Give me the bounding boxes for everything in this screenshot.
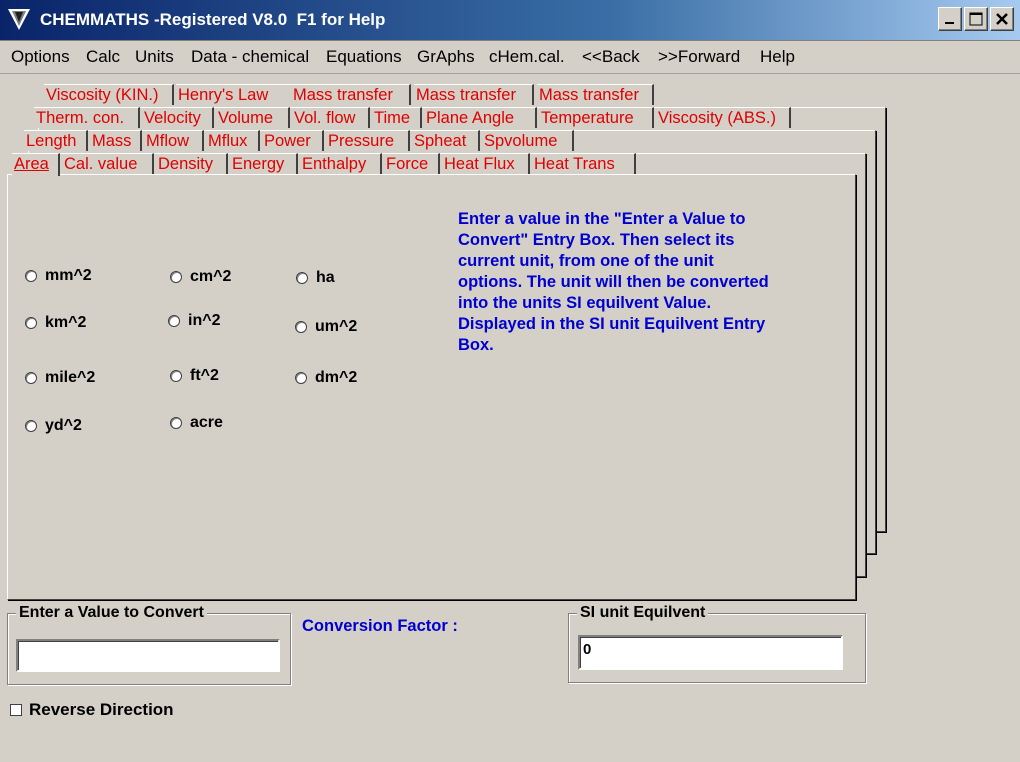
radio-label: km^2: [45, 314, 87, 331]
tab-mflux[interactable]: Mflux: [206, 130, 260, 151]
radio-circle-icon: [170, 271, 182, 283]
radio-cm2[interactable]: cm^2: [170, 268, 231, 286]
radio-km2[interactable]: km^2: [25, 314, 86, 332]
tab-density[interactable]: Density: [156, 153, 228, 174]
radio-in2[interactable]: in^2: [168, 312, 220, 330]
radio-acre[interactable]: acre: [170, 414, 223, 432]
tab-vol-flow[interactable]: Vol. flow: [292, 107, 370, 128]
minimize-button[interactable]: [938, 7, 962, 31]
menu-equations[interactable]: Equations: [326, 47, 402, 67]
menu-forward[interactable]: >>Forward: [658, 47, 740, 67]
instructions-text: Enter a value in the "Enter a Value to C…: [458, 210, 769, 354]
tab-area[interactable]: Area: [12, 153, 60, 176]
radio-mm2[interactable]: mm^2: [25, 267, 92, 285]
radio-label: in^2: [188, 312, 221, 329]
menu-calc[interactable]: Calc: [86, 47, 120, 67]
radio-circle-icon: [25, 372, 37, 384]
tab-therm-con[interactable]: Therm. con.: [34, 107, 140, 128]
tab-length[interactable]: Length: [24, 130, 88, 151]
menu-help[interactable]: Help: [760, 47, 795, 67]
maximize-icon: [969, 12, 983, 26]
tab-heat-trans[interactable]: Heat Trans: [532, 153, 636, 174]
tab-plane-angle[interactable]: Plane Angle: [424, 107, 537, 128]
minimize-icon: [945, 22, 954, 24]
radio-circle-icon: [170, 370, 182, 382]
radio-mile2[interactable]: mile^2: [25, 369, 95, 387]
radio-circle-icon: [296, 272, 308, 284]
radio-label: ha: [316, 269, 335, 286]
tab-mflow[interactable]: Mflow: [144, 130, 204, 151]
radio-label: mm^2: [45, 267, 92, 284]
radio-label: dm^2: [315, 369, 358, 386]
tab-mass-transfer-1[interactable]: Mass transfer: [291, 84, 411, 105]
input-group-title: Enter a Value to Convert: [16, 604, 207, 622]
radio-circle-icon: [295, 321, 307, 333]
tab-pressure[interactable]: Pressure: [326, 130, 410, 151]
radio-circle-icon: [25, 317, 37, 329]
conversion-factor-label: Conversion Factor :: [302, 617, 458, 635]
radio-label: mile^2: [45, 369, 96, 386]
radio-ha[interactable]: ha: [296, 269, 335, 287]
app-icon: [8, 9, 30, 30]
tab-viscosity-kin[interactable]: Viscosity (KIN.): [44, 84, 174, 105]
tab-power[interactable]: Power: [262, 130, 324, 151]
si-equivalent-output[interactable]: 0: [578, 635, 843, 670]
menu-back[interactable]: <<Back: [582, 47, 640, 67]
tab-spvolume[interactable]: Spvolume: [482, 130, 574, 151]
tab-spheat[interactable]: Spheat: [412, 130, 480, 151]
reverse-direction-checkbox[interactable]: [10, 704, 22, 716]
maximize-button[interactable]: [964, 7, 988, 31]
reverse-direction-label: Reverse Direction: [29, 700, 174, 719]
radio-label: um^2: [315, 318, 358, 335]
menu-data-chemical[interactable]: Data - chemical: [191, 47, 309, 67]
tab-time[interactable]: Time: [372, 107, 422, 128]
menu-bar: Options Calc Units Data - chemical Equat…: [0, 41, 1020, 74]
radio-label: acre: [190, 414, 223, 431]
title-bar: CHEMMATHS -Registered V8.0 F1 for Help: [0, 0, 1020, 41]
radio-circle-icon: [25, 270, 37, 282]
radio-um2[interactable]: um^2: [295, 318, 357, 336]
tab-enthalpy[interactable]: Enthalpy: [300, 153, 382, 174]
menu-units[interactable]: Units: [135, 47, 174, 67]
tab-velocity[interactable]: Velocity: [142, 107, 214, 128]
window-title: CHEMMATHS -Registered V8.0 F1 for Help: [40, 10, 386, 29]
radio-circle-icon: [168, 315, 180, 327]
tab-heat-flux[interactable]: Heat Flux: [442, 153, 530, 174]
radio-circle-icon: [25, 420, 37, 432]
tab-temperature[interactable]: Temperature: [539, 107, 654, 128]
tab-mass[interactable]: Mass: [90, 130, 142, 151]
close-icon: [996, 13, 1008, 25]
tab-force[interactable]: Force: [384, 153, 440, 174]
tab-energy[interactable]: Energy: [230, 153, 298, 174]
tab-cal-value[interactable]: Cal. value: [62, 153, 154, 174]
radio-label: yd^2: [45, 417, 82, 434]
menu-graphs[interactable]: GrAphs: [417, 47, 475, 67]
menu-chem-cal[interactable]: cHem.cal.: [489, 47, 565, 67]
radio-circle-icon: [170, 417, 182, 429]
tab-mass-transfer-3[interactable]: Mass transfer: [537, 84, 654, 105]
tab-viscosity-abs[interactable]: Viscosity (ABS.): [656, 107, 791, 128]
radio-label: ft^2: [190, 367, 219, 384]
tab-volume[interactable]: Volume: [216, 107, 290, 128]
close-button[interactable]: [990, 7, 1014, 31]
tab-mass-transfer-2[interactable]: Mass transfer: [414, 84, 534, 105]
output-group-title: SI unit Equilvent: [577, 604, 709, 622]
value-input[interactable]: [16, 639, 280, 672]
radio-ft2[interactable]: ft^2: [170, 367, 219, 385]
radio-dm2[interactable]: dm^2: [295, 369, 357, 387]
menu-options[interactable]: Options: [11, 47, 70, 67]
radio-yd2[interactable]: yd^2: [25, 417, 82, 435]
radio-label: cm^2: [190, 268, 232, 285]
radio-circle-icon: [295, 372, 307, 384]
